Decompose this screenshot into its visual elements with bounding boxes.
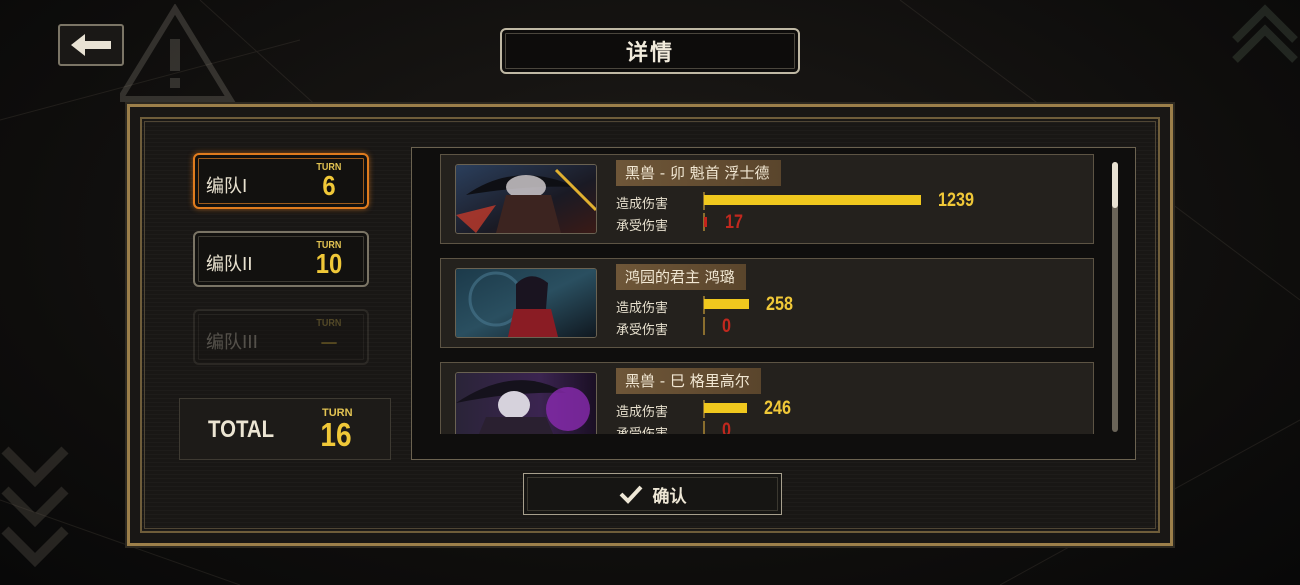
unit-portrait xyxy=(455,268,597,338)
damage-dealt-bar xyxy=(704,195,921,205)
team-label: 编队II xyxy=(206,254,253,275)
unit-row: 黑兽 - 卯 魁首 浮士德 造成伤害 承受伤害 1239 17 xyxy=(440,154,1094,244)
total-turn-count: 16 xyxy=(320,416,352,453)
bar-axis xyxy=(703,317,705,335)
unit-name: 黑兽 - 巳 格里高尔 xyxy=(616,368,761,394)
damage-taken-label: 承受伤害 xyxy=(616,323,669,338)
scrollbar-thumb[interactable] xyxy=(1112,162,1118,208)
chevron-up-icon xyxy=(1232,4,1298,63)
confirm-label: 确认 xyxy=(652,486,687,507)
back-button[interactable] xyxy=(58,24,124,66)
page-title: 详情 xyxy=(500,28,800,74)
damage-dealt-value: 246 xyxy=(764,398,791,419)
team-tab-3: 编队III TURN — xyxy=(193,309,369,365)
team-tab-2[interactable]: 编队II TURN 10 xyxy=(193,231,369,287)
chevron-down-icon xyxy=(1,446,69,568)
unit-portrait xyxy=(455,372,597,434)
damage-taken-value: 0 xyxy=(722,316,731,337)
team-label: 编队I xyxy=(206,176,248,197)
unit-portrait xyxy=(455,164,597,234)
unit-row: 黑兽 - 巳 格里高尔 造成伤害 承受伤害 246 0 xyxy=(440,362,1094,434)
damage-dealt-label: 造成伤害 xyxy=(616,301,669,316)
damage-dealt-value: 1239 xyxy=(938,190,974,211)
damage-taken-value: 0 xyxy=(722,420,731,434)
damage-dealt-label: 造成伤害 xyxy=(616,197,669,212)
unit-name: 鸿园的君主 鸿璐 xyxy=(616,264,746,290)
total-label: TOTAL xyxy=(208,416,275,443)
confirm-button[interactable]: 确认 xyxy=(523,473,782,515)
warning-icon xyxy=(120,4,236,102)
damage-dealt-bar xyxy=(704,403,747,413)
team-tab-1[interactable]: 编队I TURN 6 xyxy=(193,153,369,209)
damage-taken-value: 17 xyxy=(725,212,743,233)
unit-name: 黑兽 - 卯 魁首 浮士德 xyxy=(616,160,781,186)
unit-list[interactable]: 黑兽 - 卯 魁首 浮士德 造成伤害 承受伤害 1239 17 鸿园的君主 鸿璐… xyxy=(411,147,1136,460)
damage-dealt-value: 258 xyxy=(766,294,793,315)
checkmark-icon xyxy=(619,485,642,504)
bar-axis xyxy=(703,421,705,434)
back-arrow-icon xyxy=(71,34,111,56)
damage-taken-bar xyxy=(704,217,707,227)
total-turns: TOTAL TURN 16 xyxy=(179,398,391,460)
details-panel: 编队I TURN 6 编队II TURN 10 编队III TURN — TOT… xyxy=(127,104,1173,546)
team-label: 编队III xyxy=(206,332,258,353)
turn-count: — xyxy=(321,332,337,352)
damage-taken-label: 承受伤害 xyxy=(616,219,669,234)
damage-taken-label: 承受伤害 xyxy=(616,423,668,434)
unit-list-viewport[interactable]: 黑兽 - 卯 魁首 浮士德 造成伤害 承受伤害 1239 17 鸿园的君主 鸿璐… xyxy=(439,154,1097,434)
turn-count: 6 xyxy=(322,170,336,201)
turn-count: 10 xyxy=(315,248,343,279)
damage-dealt-bar xyxy=(704,299,749,309)
damage-dealt-label: 造成伤害 xyxy=(616,405,669,420)
unit-row: 鸿园的君主 鸿璐 造成伤害 承受伤害 258 0 xyxy=(440,258,1094,348)
